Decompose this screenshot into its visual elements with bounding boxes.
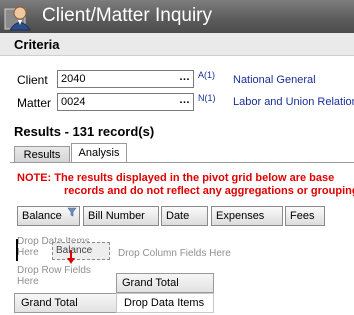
- client-lookup-button[interactable]: …: [177, 71, 191, 87]
- client-label: Client: [17, 73, 48, 87]
- window-title: Client/Matter Inquiry: [42, 5, 213, 26]
- tab-results[interactable]: Results: [14, 146, 70, 163]
- field-button-fees[interactable]: Fees: [285, 206, 325, 226]
- drop-target-marker: [16, 239, 18, 261]
- field-button-date[interactable]: Date: [161, 206, 208, 226]
- field-button-bill-number[interactable]: Bill Number: [83, 206, 159, 226]
- person-icon: [4, 6, 31, 31]
- client-input[interactable]: 2040: [57, 70, 194, 88]
- matter-lookup-button[interactable]: …: [177, 94, 191, 110]
- matter-label: Matter: [17, 96, 52, 110]
- drop-row-fields-label: Drop Row Fields Here: [17, 265, 91, 287]
- results-heading: Results - 131 record(s): [14, 124, 155, 139]
- grid-column-header[interactable]: Grand Total: [116, 273, 214, 293]
- matter-description[interactable]: Labor and Union Relation: [233, 96, 354, 108]
- drop-column-fields-zone[interactable]: Drop Column Fields Here: [118, 248, 231, 259]
- note-line-1: NOTE: The results displayed in the pivot…: [17, 172, 335, 184]
- client-description[interactable]: National General: [233, 74, 316, 86]
- matter-input[interactable]: 0024: [57, 93, 194, 111]
- drag-ghost-balance: Balance: [52, 242, 110, 260]
- filter-icon[interactable]: [67, 207, 77, 217]
- grid-data-cell: Drop Data Items: [116, 293, 214, 313]
- arrow-down-icon: [67, 250, 75, 264]
- matter-sup: N(1): [198, 93, 216, 103]
- grid-row-header[interactable]: Grand Total: [14, 293, 117, 313]
- note-line-2: records and do not reflect any aggregati…: [64, 185, 354, 197]
- tab-analysis[interactable]: Analysis: [71, 143, 127, 163]
- field-button-expenses[interactable]: Expenses: [211, 206, 283, 226]
- field-button-label: Balance: [22, 210, 62, 222]
- title-bar: Client/Matter Inquiry: [0, 0, 354, 33]
- criteria-heading: Criteria: [14, 37, 60, 52]
- client-sup: A(1): [198, 70, 216, 80]
- drop-row-fields-zone[interactable]: Drop Row Fields Here: [17, 265, 107, 287]
